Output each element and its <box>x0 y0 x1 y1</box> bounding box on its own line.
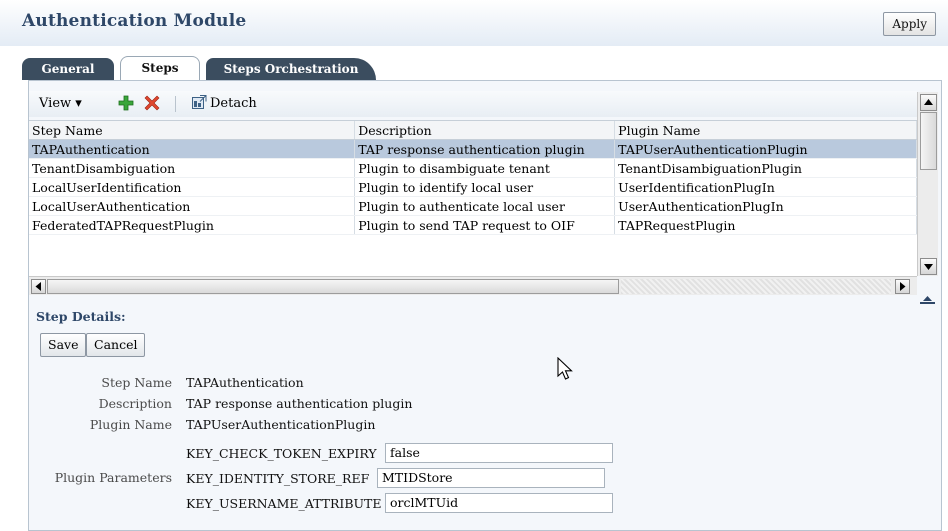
param-key: KEY_IDENTITY_STORE_REF <box>186 471 370 486</box>
tab-steps[interactable]: Steps <box>120 56 200 81</box>
detach-icon <box>192 95 207 109</box>
chevron-down-icon: ▾ <box>75 96 82 111</box>
save-button[interactable]: Save <box>40 333 87 357</box>
scroll-down-button[interactable] <box>920 258 937 275</box>
table-header-row: Step Name Description Plugin Name <box>29 121 917 140</box>
cell-step-name: LocalUserIdentification <box>29 177 356 197</box>
cell-description: Plugin to disambiguate tenant <box>354 158 616 178</box>
table-row[interactable]: LocalUserAuthentication Plugin to authen… <box>29 196 917 216</box>
tab-steps-orchestration[interactable]: Steps Orchestration <box>206 58 376 80</box>
table-row[interactable]: TAPAuthentication TAP response authentic… <box>29 139 917 159</box>
cell-plugin-name: UserAuthenticationPlugIn <box>614 196 917 216</box>
tab-general[interactable]: General <box>22 58 114 80</box>
vertical-scroll-thumb[interactable] <box>920 112 937 170</box>
plugin-name-label: Plugin Name <box>89 417 172 432</box>
table-toolbar: View ▾ Detach <box>29 91 917 117</box>
cell-step-name: TAPAuthentication <box>29 139 356 159</box>
column-header-description[interactable]: Description <box>354 121 616 140</box>
param-key: KEY_CHECK_TOKEN_EXPIRY <box>186 446 377 461</box>
detach-button[interactable]: Detach <box>192 95 257 113</box>
page-title: Authentication Module <box>22 11 247 31</box>
cell-step-name: FederatedTAPRequestPlugin <box>29 215 356 235</box>
cell-plugin-name: TAPRequestPlugin <box>614 215 917 235</box>
cell-description: TAP response authentication plugin <box>354 139 616 159</box>
cell-description: Plugin to authenticate local user <box>354 196 616 216</box>
view-menu-label: View <box>39 96 72 111</box>
param-value-input[interactable]: orclMTUid <box>385 493 613 513</box>
scroll-left-button[interactable] <box>31 279 46 294</box>
scroll-up-button[interactable] <box>920 94 937 111</box>
cell-step-name: LocalUserAuthentication <box>29 196 356 216</box>
table-row[interactable]: LocalUserIdentification Plugin to identi… <box>29 177 917 197</box>
collapse-up-icon[interactable] <box>920 292 935 304</box>
cell-step-name: TenantDisambiguation <box>29 158 356 178</box>
arrow-left-icon <box>35 282 41 291</box>
horizontal-scrollbar[interactable] <box>29 276 917 295</box>
cell-plugin-name: UserIdentificationPlugIn <box>614 177 917 197</box>
scroll-right-button[interactable] <box>895 279 910 294</box>
detach-label: Detach <box>210 96 257 111</box>
cell-description: Plugin to identify local user <box>354 177 616 197</box>
arrow-down-icon <box>924 264 933 270</box>
apply-button[interactable]: Apply <box>883 12 936 36</box>
description-label: Description <box>98 396 172 411</box>
step-details-title: Step Details: <box>36 309 126 324</box>
description-value: TAP response authentication plugin <box>186 396 413 411</box>
cell-plugin-name: TAPUserAuthenticationPlugin <box>614 139 917 159</box>
table-row[interactable]: TenantDisambiguation Plugin to disambigu… <box>29 158 917 178</box>
plugin-parameters-label: Plugin Parameters <box>54 470 172 485</box>
arrow-right-icon <box>900 282 906 291</box>
param-value-input[interactable]: false <box>385 443 613 463</box>
steps-table: Step Name Description Plugin Name TAPAut… <box>29 120 917 277</box>
cancel-button[interactable]: Cancel <box>86 333 146 357</box>
horizontal-scroll-track[interactable] <box>621 279 891 294</box>
column-header-step-name[interactable]: Step Name <box>29 121 356 140</box>
plugin-name-value: TAPUserAuthenticationPlugin <box>186 417 376 432</box>
param-value-input[interactable]: MTIDStore <box>377 468 605 488</box>
horizontal-scroll-thumb[interactable] <box>47 279 619 294</box>
arrow-up-icon <box>924 99 933 105</box>
view-menu[interactable]: View ▾ <box>39 95 82 113</box>
cell-description: Plugin to send TAP request to OIF <box>354 215 616 235</box>
mouse-cursor-icon <box>557 357 573 380</box>
table-row[interactable]: FederatedTAPRequestPlugin Plugin to send… <box>29 215 917 235</box>
step-name-value: TAPAuthentication <box>186 375 304 390</box>
column-header-plugin-name[interactable]: Plugin Name <box>614 121 917 140</box>
step-name-label: Step Name <box>101 375 172 390</box>
toolbar-separator <box>175 96 176 112</box>
delete-icon[interactable] <box>143 94 161 112</box>
add-icon[interactable] <box>117 94 135 112</box>
cell-plugin-name: TenantDisambiguationPlugin <box>614 158 917 178</box>
vertical-scrollbar[interactable] <box>917 92 938 276</box>
steps-grid: Step Name Description Plugin Name TAPAut… <box>29 121 917 235</box>
param-key: KEY_USERNAME_ATTRIBUTE <box>186 496 382 511</box>
tab-bar: General Steps Steps Orchestration <box>22 54 948 81</box>
